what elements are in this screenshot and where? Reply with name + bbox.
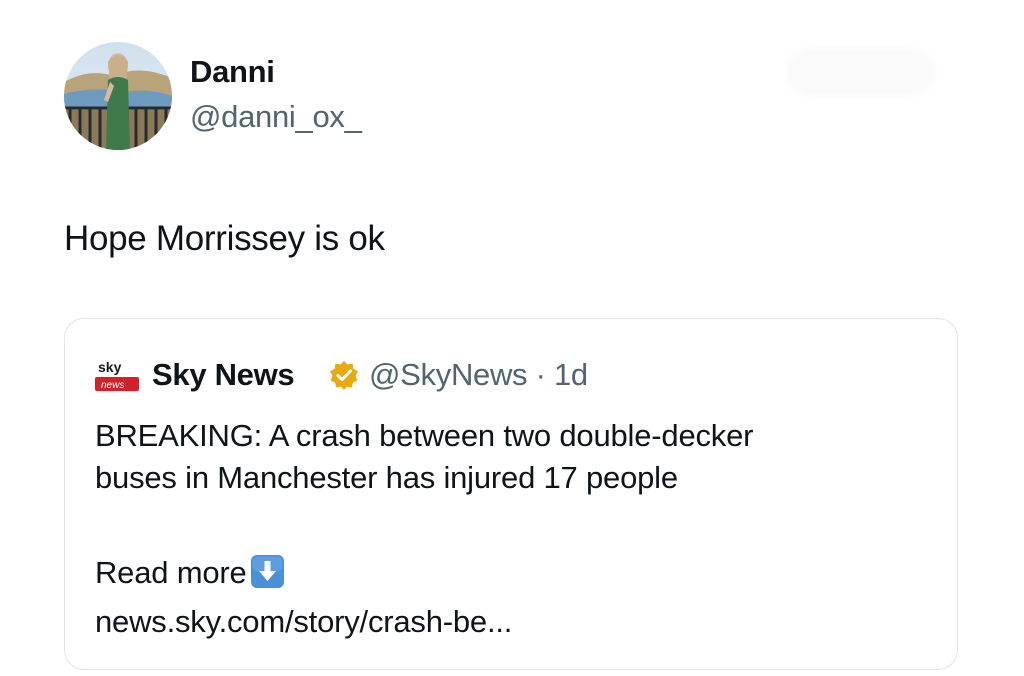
- logo-text-top: sky: [98, 359, 122, 375]
- quoted-handle[interactable]: @SkyNews: [369, 357, 528, 392]
- quoted-timestamp[interactable]: 1d: [554, 357, 588, 392]
- sky-news-logo-icon[interactable]: sky news: [95, 357, 143, 397]
- logo-text-bottom: news: [101, 380, 124, 391]
- read-more-text: Read more: [95, 555, 247, 590]
- author-display-name[interactable]: Danni: [190, 54, 275, 90]
- quoted-body-line: BREAKING: A crash between two double-dec…: [95, 418, 754, 453]
- quoted-body: BREAKING: A crash between two double-dec…: [95, 415, 935, 499]
- quoted-body-line: buses in Manchester has injured 17 peopl…: [95, 460, 678, 495]
- author-handle[interactable]: @danni_ox_: [190, 99, 362, 135]
- article-link[interactable]: news.sky.com/story/crash-be...: [95, 601, 512, 643]
- quoted-tweet-card[interactable]: sky news Sky News @SkyNews · 1d BREAKING…: [64, 318, 958, 670]
- down-arrow-icon: [250, 555, 284, 588]
- tweet-text: Hope Morrissey is ok: [64, 219, 385, 258]
- follow-button[interactable]: [786, 48, 936, 96]
- meta-separator: ·: [535, 357, 546, 392]
- read-more-line: Read more: [95, 552, 284, 594]
- author-avatar[interactable]: [64, 42, 172, 150]
- quoted-meta: @SkyNews · 1d: [369, 357, 588, 393]
- quoted-author-name[interactable]: Sky News: [152, 357, 295, 393]
- verified-badge-icon: [328, 359, 360, 391]
